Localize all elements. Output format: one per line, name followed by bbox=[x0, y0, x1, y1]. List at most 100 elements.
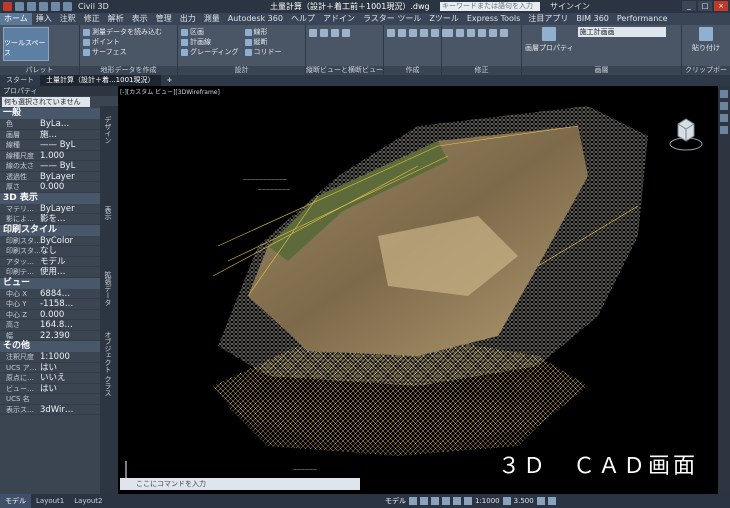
property-row[interactable]: 透過性 ByLayer bbox=[0, 172, 100, 182]
polar-icon[interactable] bbox=[442, 497, 450, 505]
rectangle-icon[interactable] bbox=[431, 29, 439, 37]
zoom-icon[interactable] bbox=[720, 102, 728, 110]
showmotion-icon[interactable] bbox=[720, 126, 728, 134]
ribbon-tab[interactable]: BIM 360 bbox=[572, 13, 613, 25]
ribbon-tab[interactable]: ヘルプ bbox=[287, 13, 319, 25]
properties-side-tab[interactable]: 拡張データ bbox=[103, 271, 113, 306]
trim-icon[interactable] bbox=[467, 29, 475, 37]
osnap-icon[interactable] bbox=[453, 497, 461, 505]
app-menu-icon[interactable] bbox=[3, 2, 12, 11]
property-row[interactable]: 線種 —— ByL bbox=[0, 140, 100, 151]
viewport-controls-label[interactable]: [-][カスタム ビュー][3DWireframe] bbox=[120, 87, 220, 96]
ribbon-tab[interactable]: Performance bbox=[613, 13, 672, 25]
property-section-header[interactable]: その他 bbox=[0, 341, 100, 352]
property-row[interactable]: 線種尺度 1.000 bbox=[0, 151, 100, 161]
workspace-selector[interactable]: Civil 3D bbox=[78, 2, 109, 11]
signin-button[interactable]: サインイン bbox=[550, 1, 590, 12]
viewcube[interactable] bbox=[666, 114, 706, 154]
property-row[interactable]: 表示ス… 3dWir… bbox=[0, 405, 100, 415]
property-row[interactable]: 画層 施… bbox=[0, 130, 100, 140]
featureline-item[interactable]: 計画線 bbox=[181, 37, 239, 47]
drawing-viewport[interactable]: [-][カスタム ビュー][3DWireframe] ——————————— —… bbox=[118, 86, 718, 494]
new-file-icon[interactable] bbox=[15, 2, 24, 11]
ribbon-tab[interactable]: 出力 bbox=[176, 13, 200, 25]
fullscreen-icon[interactable] bbox=[536, 497, 545, 505]
layout-tab[interactable]: Layout2 bbox=[69, 494, 107, 508]
fillet-icon[interactable] bbox=[500, 29, 508, 37]
ribbon-tab[interactable]: 挿入 bbox=[32, 13, 56, 25]
open-file-icon[interactable] bbox=[27, 2, 36, 11]
zoom-value[interactable]: 3.500 bbox=[514, 497, 534, 505]
new-tab-button[interactable]: + bbox=[161, 75, 179, 86]
property-value[interactable]: 1.000 bbox=[40, 151, 100, 160]
ribbon-tab[interactable]: ホーム bbox=[0, 13, 32, 25]
ribbon-tab[interactable]: 修正 bbox=[80, 13, 104, 25]
mirror-icon[interactable] bbox=[489, 29, 497, 37]
property-row[interactable]: 中心 Y -1158… bbox=[0, 299, 100, 310]
parcel-item[interactable]: 区画 bbox=[181, 27, 239, 37]
ribbon-tab[interactable]: Autodesk 360 bbox=[224, 13, 287, 25]
property-value[interactable]: 0.000 bbox=[40, 310, 100, 319]
property-row[interactable]: 影によ… 影を… bbox=[0, 214, 100, 225]
minimize-button[interactable]: _ bbox=[682, 1, 696, 11]
property-value[interactable]: ByColor bbox=[40, 236, 100, 245]
points-item[interactable]: ポイント bbox=[83, 37, 174, 47]
customize-icon[interactable] bbox=[547, 497, 556, 505]
annotation-scale[interactable]: 1:1000 bbox=[475, 497, 500, 505]
polyline-icon[interactable] bbox=[398, 29, 406, 37]
ribbon-tab[interactable]: 測量 bbox=[200, 13, 224, 25]
properties-side-tab[interactable]: オブジェクト クラス bbox=[103, 331, 113, 396]
ribbon-tab[interactable]: 解析 bbox=[104, 13, 128, 25]
property-value[interactable]: —— ByL bbox=[40, 140, 100, 149]
property-value[interactable]: モデル bbox=[40, 257, 100, 266]
property-row[interactable]: マテリ… ByLayer bbox=[0, 204, 100, 214]
property-value[interactable]: はい bbox=[40, 363, 100, 372]
snap-icon[interactable] bbox=[420, 497, 428, 505]
alignment-item[interactable]: 線形 bbox=[244, 27, 282, 37]
property-value[interactable]: なし bbox=[40, 246, 100, 255]
property-row[interactable]: UCS 名 bbox=[0, 394, 100, 405]
sample-line-icon[interactable] bbox=[331, 29, 339, 37]
paste-button[interactable]: 貼り付け bbox=[685, 27, 727, 53]
ribbon-tab[interactable]: ラスター ツール bbox=[359, 13, 425, 25]
arc-icon[interactable] bbox=[420, 29, 428, 37]
file-tab[interactable]: スタート bbox=[0, 75, 40, 86]
import-survey-item[interactable]: 測量データを読み込む bbox=[83, 27, 174, 37]
property-row[interactable]: 幅 22.390 bbox=[0, 331, 100, 341]
property-row[interactable]: 色 ByLa… bbox=[0, 119, 100, 130]
copy-icon[interactable] bbox=[478, 29, 486, 37]
property-value[interactable]: —— ByL bbox=[40, 161, 100, 170]
property-row[interactable]: 高さ 164.8… bbox=[0, 320, 100, 331]
layout-tab[interactable]: モデル bbox=[0, 494, 31, 508]
property-value[interactable]: 施… bbox=[40, 130, 100, 139]
property-row[interactable]: ビュー… はい bbox=[0, 384, 100, 394]
ribbon-tab[interactable]: アドイン bbox=[319, 13, 359, 25]
selection-dropdown[interactable]: 何も選択されていません bbox=[2, 97, 90, 107]
rotate-icon[interactable] bbox=[456, 29, 464, 37]
pan-icon[interactable] bbox=[720, 90, 728, 98]
properties-side-tab[interactable]: デザイン bbox=[103, 116, 113, 144]
layer-props-button[interactable]: 画層プロパティ bbox=[525, 27, 574, 53]
profile-view-icon[interactable] bbox=[309, 29, 317, 37]
save-icon[interactable] bbox=[39, 2, 48, 11]
surface-item[interactable]: サーフェス bbox=[83, 47, 174, 57]
property-value[interactable]: 1:1000 bbox=[40, 352, 100, 361]
property-value[interactable]: -1158… bbox=[40, 299, 100, 308]
property-row[interactable]: 注釈尺度 1:1000 bbox=[0, 352, 100, 363]
ribbon-tab[interactable]: 表示 bbox=[128, 13, 152, 25]
property-section-header[interactable]: ビュー bbox=[0, 277, 100, 289]
property-value[interactable]: 3dWir… bbox=[40, 405, 100, 414]
property-section-header[interactable]: 印刷スタイル bbox=[0, 224, 100, 236]
ortho-icon[interactable] bbox=[431, 497, 439, 505]
profile-item[interactable]: 縦断 bbox=[244, 37, 282, 47]
ribbon-tab[interactable]: 注釈 bbox=[56, 13, 80, 25]
redo-icon[interactable] bbox=[63, 2, 72, 11]
model-space-button[interactable]: モデル bbox=[385, 496, 406, 506]
property-row[interactable]: 中心 X 6884… bbox=[0, 289, 100, 299]
properties-side-tab[interactable]: 表示 bbox=[103, 206, 113, 220]
property-value[interactable] bbox=[40, 394, 100, 404]
property-value[interactable]: ByLayer bbox=[40, 172, 100, 181]
lineweight-icon[interactable] bbox=[464, 497, 472, 505]
command-line-input[interactable]: ここにコマンドを入力 bbox=[120, 478, 360, 490]
property-value[interactable]: 使用… bbox=[40, 267, 100, 276]
